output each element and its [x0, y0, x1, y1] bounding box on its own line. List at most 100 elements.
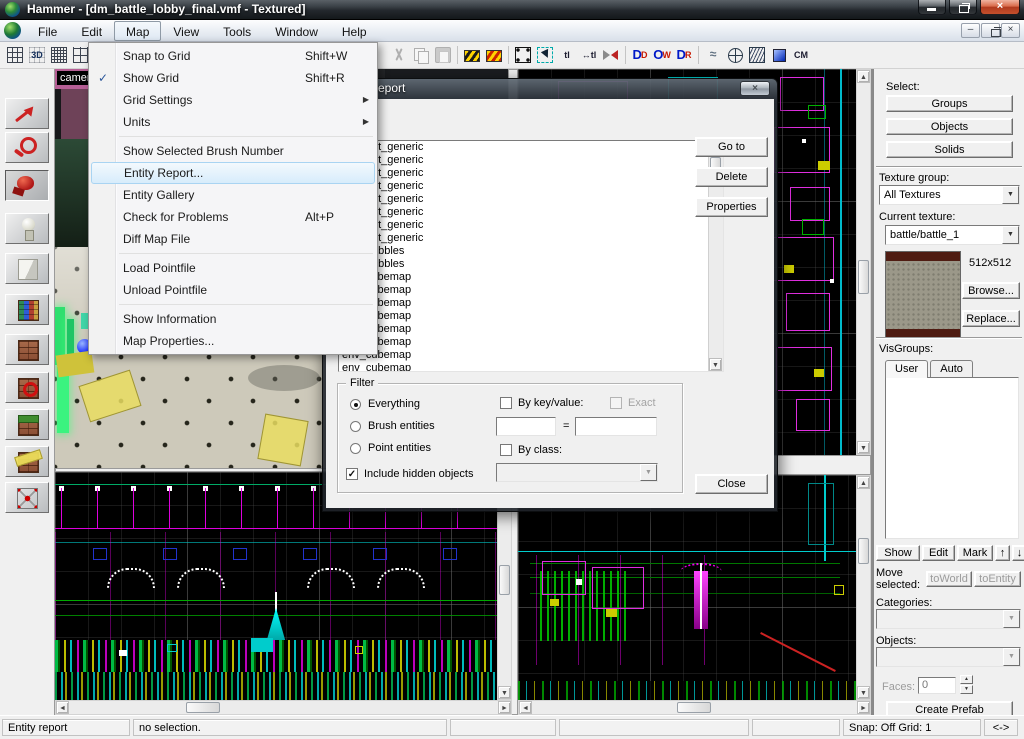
goto-button[interactable]: Go to — [695, 137, 768, 157]
selection-tool[interactable] — [5, 98, 49, 129]
visgroups-edit-button[interactable]: Edit — [922, 545, 955, 561]
toggle-grid-button[interactable] — [4, 43, 26, 67]
select-solids-button[interactable]: Solids — [886, 141, 1013, 158]
cm-button[interactable]: CM — [790, 43, 812, 67]
entity-list-item[interactable]: ambient_generic — [339, 141, 723, 154]
entity-tool[interactable] — [5, 213, 49, 244]
categories-select[interactable]: ▼ — [876, 609, 1021, 629]
ow-button[interactable]: OW — [651, 43, 673, 67]
close-dialog-button[interactable]: Close — [695, 474, 768, 494]
scroll-left-icon[interactable]: ◄ — [56, 701, 69, 714]
browse-button[interactable]: Browse... — [962, 282, 1020, 299]
map-menu-item-map-properties[interactable]: Map Properties... — [89, 330, 377, 352]
dd-button[interactable]: DD — [629, 43, 651, 67]
map-menu-item-entity-report[interactable]: Entity Report... — [91, 162, 375, 184]
scroll-thumb[interactable] — [499, 565, 510, 595]
menubar-item-file[interactable]: File — [26, 21, 69, 41]
texture-lock-button[interactable]: tl — [556, 43, 578, 67]
scrollbar-vertical-bottom-right[interactable]: ▲ ▼ — [856, 475, 871, 700]
map-menu-item-diff-map-file[interactable]: Diff Map File — [89, 228, 377, 250]
map-menu-item-unload-pointfile[interactable]: Unload Pointfile — [89, 279, 377, 301]
menubar-item-edit[interactable]: Edit — [69, 21, 114, 41]
block-tool[interactable] — [5, 253, 49, 284]
mdi-restore-button[interactable] — [981, 23, 1000, 38]
group-ignore-button[interactable] — [461, 43, 483, 67]
scroll-left-icon[interactable]: ◄ — [519, 701, 532, 714]
grid-smaller-button[interactable] — [48, 43, 70, 67]
mdi-minimize-button[interactable]: – — [961, 23, 980, 38]
select-touching-button[interactable] — [534, 43, 556, 67]
scroll-up-icon[interactable]: ▲ — [857, 70, 870, 83]
scroll-thumb[interactable] — [858, 260, 869, 294]
move-up-button[interactable]: ↑ — [995, 545, 1010, 561]
by-keyvalue-checkbox[interactable] — [500, 397, 512, 409]
entity-list-item[interactable]: env_cubemap — [339, 284, 723, 297]
cordon-button[interactable] — [724, 43, 746, 67]
magnify-tool[interactable] — [5, 132, 49, 163]
camera-tool[interactable] — [5, 170, 49, 201]
map-menu-item-snap-to-grid[interactable]: Snap to GridShift+W — [89, 45, 377, 67]
scrollbar-horizontal-bottom-right[interactable]: ◄ ► — [518, 700, 871, 715]
menubar-item-map[interactable]: Map — [114, 21, 161, 41]
scroll-down-icon[interactable]: ▼ — [857, 441, 870, 454]
entity-report-dialog[interactable]: Entity Report × ambient_genericambient_g… — [322, 78, 778, 512]
entity-list-item[interactable]: env_bubbles — [339, 258, 723, 271]
entity-list-item[interactable]: env_cubemap — [339, 297, 723, 310]
entity-list-item[interactable]: ambient_generic — [339, 206, 723, 219]
copy-button[interactable] — [410, 43, 432, 67]
carve-button[interactable] — [600, 43, 622, 67]
scroll-down-icon[interactable]: ▼ — [709, 358, 722, 371]
to-entity-button[interactable]: toEntity — [974, 571, 1021, 587]
scroll-right-icon[interactable]: ► — [857, 701, 870, 714]
entity-list-item[interactable]: env_cubemap — [339, 362, 723, 372]
map-menu-item-show-selected-brush-number[interactable]: Show Selected Brush Number — [89, 140, 377, 162]
current-texture-select[interactable]: battle/battle_1 ▼ — [885, 225, 1020, 245]
dr-button[interactable]: DR — [673, 43, 695, 67]
map-menu-item-units[interactable]: Units▶ — [89, 111, 377, 133]
entity-list-item[interactable]: ambient_generic — [339, 219, 723, 232]
scrollbar-vertical-top-right[interactable]: ▲ ▼ — [856, 69, 871, 455]
move-down-button[interactable]: ↓ — [1012, 545, 1024, 561]
scroll-right-icon[interactable]: ► — [498, 701, 511, 714]
menubar-item-window[interactable]: Window — [263, 21, 330, 41]
dropdown-arrow-icon[interactable]: ▼ — [1002, 226, 1019, 244]
to-world-button[interactable]: toWorld — [926, 571, 972, 587]
exact-checkbox[interactable] — [610, 397, 622, 409]
overlay-tool[interactable] — [5, 409, 49, 440]
create-prefab-button[interactable]: Create Prefab — [886, 701, 1013, 715]
key-input[interactable] — [496, 417, 556, 436]
map-menu-item-check-for-problems[interactable]: Check for ProblemsAlt+P — [89, 206, 377, 228]
hide-entities-button[interactable] — [483, 43, 505, 67]
entity-list-item[interactable]: ambient_generic — [339, 180, 723, 193]
vertex-tool[interactable] — [5, 482, 49, 513]
entity-list-item[interactable]: env_cubemap — [339, 323, 723, 336]
scroll-thumb[interactable] — [677, 702, 711, 713]
entity-list-item[interactable]: env_cubemap — [339, 271, 723, 284]
map-menu-item-entity-gallery[interactable]: Entity Gallery — [89, 184, 377, 206]
dropdown-arrow-icon[interactable]: ▼ — [640, 464, 657, 481]
entity-list-item[interactable]: ambient_generic — [339, 232, 723, 245]
map-menu-item-show-information[interactable]: Show Information — [89, 308, 377, 330]
menubar-item-view[interactable]: View — [161, 21, 211, 41]
map-menu-item-grid-settings[interactable]: Grid Settings▶ — [89, 89, 377, 111]
visgroups-mark-button[interactable]: Mark — [957, 545, 993, 561]
menubar-item-tools[interactable]: Tools — [211, 21, 263, 41]
paste-button[interactable] — [432, 43, 454, 67]
replace-button[interactable]: Replace... — [962, 310, 1020, 327]
scroll-thumb[interactable] — [186, 702, 220, 713]
objects-select[interactable]: ▼ — [876, 647, 1021, 667]
select-groups-button[interactable]: Groups — [886, 95, 1013, 112]
menubar-item-help[interactable]: Help — [330, 21, 379, 41]
map-menu-item-load-pointfile[interactable]: Load Pointfile — [89, 257, 377, 279]
mdi-close-button[interactable]: × — [1001, 23, 1020, 38]
faces-input[interactable]: 0 — [918, 677, 956, 694]
cut-button[interactable] — [388, 43, 410, 67]
toggle-3d-grid-button[interactable]: 3D — [26, 43, 48, 67]
apply-texture-tool[interactable] — [5, 334, 49, 365]
entity-list[interactable]: ambient_genericambient_genericambient_ge… — [338, 140, 724, 372]
entity-list-item[interactable]: ambient_generic — [339, 167, 723, 180]
fade-preview-button[interactable] — [768, 43, 790, 67]
visgroups-tab-user[interactable]: User — [885, 360, 928, 378]
visgroups-list[interactable] — [885, 377, 1019, 539]
visgroups-tab-auto[interactable]: Auto — [930, 360, 973, 377]
